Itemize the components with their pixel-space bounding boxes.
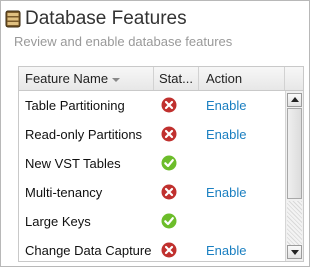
grid-header: Feature Name Stat... Action [19, 67, 303, 91]
feature-name: Change Data Capture [25, 243, 152, 258]
header-filler [285, 67, 303, 90]
vertical-scrollbar[interactable] [285, 91, 303, 261]
column-header-action[interactable]: Action [199, 67, 285, 90]
sort-desc-icon [112, 77, 121, 82]
enable-link[interactable]: Enable [206, 178, 246, 207]
panel-title: Database Features [25, 8, 187, 29]
error-x-icon [161, 126, 177, 142]
enable-link[interactable]: Enable [206, 91, 246, 120]
features-grid: Feature Name Stat... Action Table Partit… [18, 66, 304, 262]
title-row: Database Features [5, 7, 187, 31]
check-icon [161, 155, 177, 171]
check-icon [161, 213, 177, 229]
database-icon [5, 10, 21, 28]
feature-name: Multi-tenancy [25, 185, 103, 200]
column-header-status-label: Stat... [159, 71, 193, 86]
table-row[interactable]: New VST Tables [19, 149, 285, 178]
column-header-feature-name-label: Feature Name [25, 71, 109, 86]
table-row[interactable]: Multi-tenancy Enable [19, 178, 285, 207]
table-row[interactable]: Table Partitioning Enable [19, 91, 285, 120]
arrow-up-icon [291, 97, 299, 102]
scroll-down-button[interactable] [287, 245, 302, 259]
table-row[interactable]: Change Data Capture Enable [19, 236, 285, 261]
column-header-status[interactable]: Stat... [154, 67, 199, 90]
enable-link[interactable]: Enable [206, 120, 246, 149]
column-header-feature-name[interactable]: Feature Name [19, 67, 154, 90]
feature-name: Large Keys [25, 214, 91, 229]
error-x-icon [161, 184, 177, 200]
feature-name: New VST Tables [25, 156, 121, 171]
column-header-action-label: Action [206, 71, 243, 86]
grid-rows: Table Partitioning Enable Read-only Part… [19, 91, 285, 261]
scrollbar-thumb[interactable] [287, 108, 302, 199]
error-x-icon [161, 97, 177, 113]
enable-link[interactable]: Enable [206, 236, 246, 261]
feature-name: Read-only Partitions [25, 127, 143, 142]
error-x-icon [161, 242, 177, 258]
panel-subtitle: Review and enable database features [14, 34, 233, 49]
feature-name: Table Partitioning [25, 98, 125, 113]
scrollbar-track[interactable] [287, 201, 302, 245]
arrow-down-icon [291, 250, 299, 255]
database-features-panel: Database Features Review and enable data… [0, 0, 310, 267]
table-row[interactable]: Large Keys [19, 207, 285, 236]
scroll-up-button[interactable] [287, 93, 302, 107]
table-row[interactable]: Read-only Partitions Enable [19, 120, 285, 149]
